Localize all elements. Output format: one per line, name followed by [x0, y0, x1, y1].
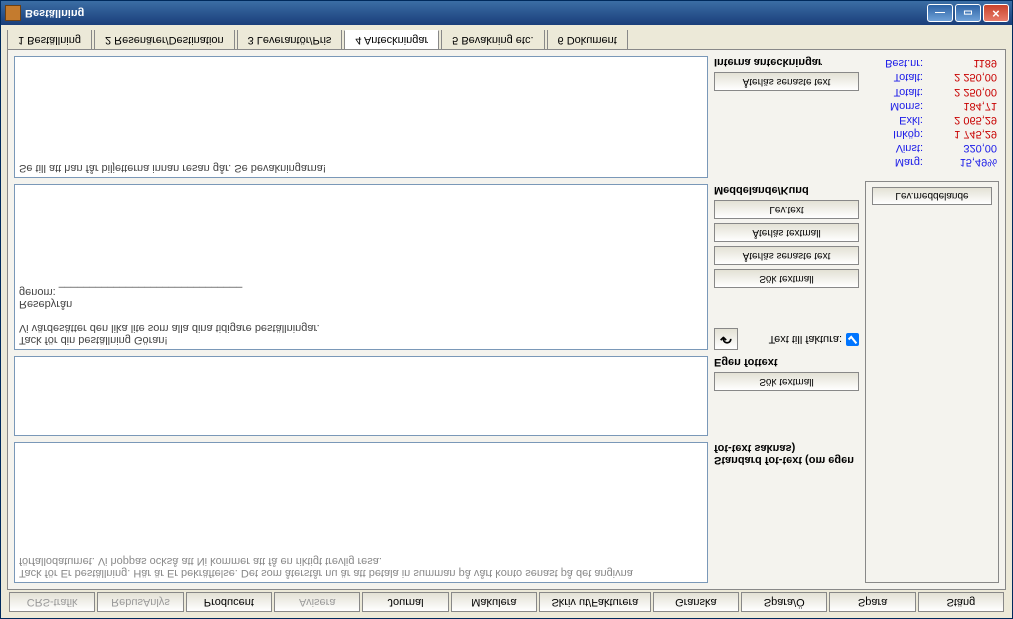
summary-panel: Best.nr:1189 Totalt:2 250,00 Totalt:2 25… — [865, 56, 999, 169]
bottom-toolbar: CRS-trafik RebusAnlys Producent Avisera … — [7, 590, 1006, 616]
makulera-button[interactable]: Makulera — [451, 592, 537, 612]
faktura-label: Text till faktura: — [769, 333, 842, 345]
kund-memo[interactable] — [14, 184, 708, 350]
tab-leverantor[interactable]: 3 Leverantör/Pris — [237, 30, 343, 50]
meddelande-label: Meddelande/Kund — [714, 184, 859, 196]
titlebar: Beställning — ▭ ✕ — [1, 1, 1012, 25]
producent-button[interactable]: Producent — [186, 592, 272, 612]
tab-body: Interna anteckningar Återläs senaste tex… — [7, 50, 1006, 590]
aterlas-textmall-button[interactable]: Återläs textmall — [714, 223, 859, 242]
tab-anteckningar[interactable]: 4 Anteckningar — [344, 30, 439, 50]
standard-fottext-label: Standard fot-text (om egen fot-text sakn… — [714, 442, 859, 466]
undo-icon[interactable]: ↶ — [714, 328, 738, 350]
maximize-button[interactable]: ▭ — [955, 4, 981, 22]
tab-bevakning[interactable]: 5 Bevakning etc. — [441, 30, 544, 50]
interna-label: Interna anteckningar — [714, 56, 859, 68]
standard-fottext-memo[interactable] — [14, 442, 708, 583]
egen-fottext-label: Egen fottext — [714, 356, 859, 368]
lev-meddelande-panel: Lev.meddelande — [865, 181, 999, 583]
granska-button[interactable]: Granska — [653, 592, 739, 612]
spara-o-button[interactable]: Spara/Ö — [741, 592, 827, 612]
bestallning-window: Beställning — ▭ ✕ 1 Beställning 2 Resenä… — [0, 0, 1013, 619]
faktura-checkbox[interactable] — [846, 333, 859, 346]
crs-trafik-button[interactable]: CRS-trafik — [9, 592, 95, 612]
rebus-anlys-button[interactable]: RebusAnlys — [97, 592, 183, 612]
skriv-ut-fakturera-button[interactable]: Skriv ut/Fakturera — [539, 592, 651, 612]
sok-textmall-button-1[interactable]: Sök textmall — [714, 269, 859, 288]
interna-memo[interactable] — [14, 56, 708, 178]
tabstrip: 1 Beställning 2 Resenärer/Destination 3 … — [7, 29, 1006, 50]
lev-text-button[interactable]: Lev.text — [714, 200, 859, 219]
aterlas-senaste-button-2[interactable]: Återläs senaste text — [714, 246, 859, 265]
journal-button[interactable]: Journal — [362, 592, 448, 612]
tab-bestallning[interactable]: 1 Beställning — [7, 30, 92, 50]
avisera-button[interactable]: Avisera — [274, 592, 360, 612]
tab-dokument[interactable]: 6 Dokument — [547, 30, 628, 50]
app-icon — [5, 5, 21, 21]
tab-resenarer[interactable]: 2 Resenärer/Destination — [94, 30, 235, 50]
stang-button[interactable]: Stäng — [918, 592, 1004, 612]
spara-button[interactable]: Spara — [829, 592, 915, 612]
sok-textmall-button-2[interactable]: Sök textmall — [714, 372, 859, 391]
minimize-button[interactable]: — — [927, 4, 953, 22]
window-title: Beställning — [25, 7, 923, 19]
close-button[interactable]: ✕ — [983, 4, 1009, 22]
lev-meddelande-button[interactable]: Lev.meddelande — [872, 187, 992, 205]
egen-fottext-memo[interactable] — [14, 356, 708, 436]
aterlas-senaste-button-1[interactable]: Återläs senaste text — [714, 72, 859, 91]
